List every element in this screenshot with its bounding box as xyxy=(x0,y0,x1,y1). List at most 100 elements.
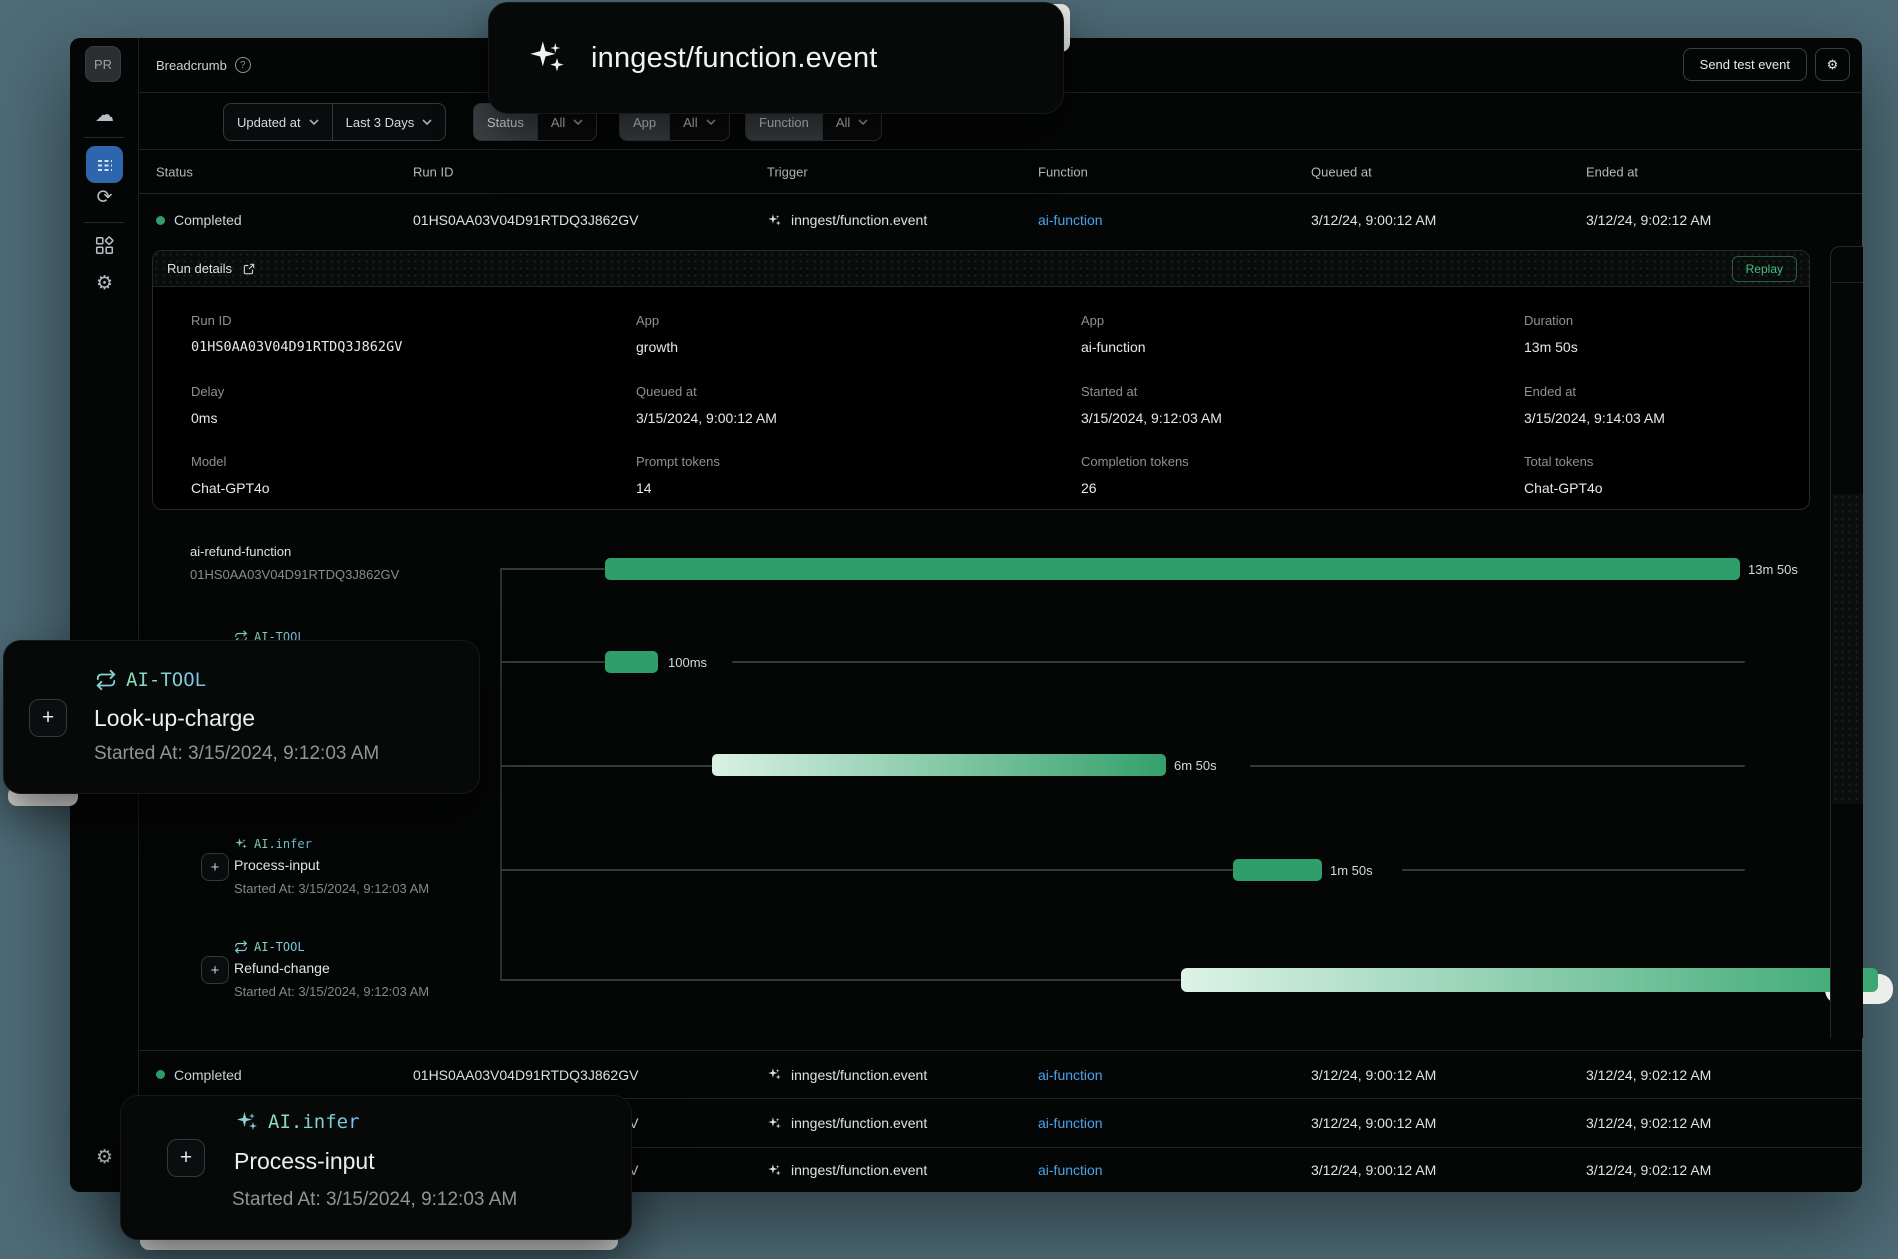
row-queued-at: 3/12/24, 9:00:12 AM xyxy=(1311,1162,1436,1178)
sort-field-dropdown[interactable]: Updated at xyxy=(224,104,332,140)
timeline-root-name: ai-refund-function xyxy=(190,544,291,559)
status-dot xyxy=(156,216,165,225)
expand-step-button[interactable]: + xyxy=(201,853,229,881)
field-value-app-link[interactable]: growth xyxy=(636,339,678,355)
gantt-bar-step[interactable] xyxy=(1181,968,1878,992)
timeline-track xyxy=(500,765,712,767)
step-tag: AI-TOOL xyxy=(95,669,206,691)
breadcrumb: Breadcrumb ? xyxy=(156,57,251,73)
expand-step-button[interactable]: + xyxy=(201,956,229,984)
row-function-link[interactable]: ai-function xyxy=(1038,1162,1103,1178)
row-ended-at: 3/12/24, 9:02:12 AM xyxy=(1586,1067,1711,1083)
timeline-track xyxy=(500,661,605,663)
sidebar-divider xyxy=(84,222,124,223)
sparkle-icon xyxy=(767,1116,782,1131)
row-ended-at: 3/12/24, 9:02:12 AM xyxy=(1586,212,1711,228)
chevron-down-icon xyxy=(573,119,583,125)
chevron-down-icon xyxy=(706,119,716,125)
field-label: Prompt tokens xyxy=(636,454,720,469)
help-icon[interactable]: ? xyxy=(235,57,251,73)
row-status: Completed xyxy=(174,212,242,228)
sort-field-label: Updated at xyxy=(237,115,301,130)
col-queued-at: Queued at xyxy=(1311,164,1372,179)
row-trigger: inngest/function.event xyxy=(791,1115,927,1131)
row-function-link[interactable]: ai-function xyxy=(1038,1067,1103,1083)
next-run-panel-edge xyxy=(1830,246,1863,1038)
chevron-down-icon xyxy=(858,119,868,125)
field-label: Completion tokens xyxy=(1081,454,1189,469)
field-value-app-link[interactable]: ai-function xyxy=(1081,339,1146,355)
field-label: Queued at xyxy=(636,384,697,399)
sparkle-icon xyxy=(767,213,782,228)
field-label: Duration xyxy=(1524,313,1573,328)
step-name: Process-input xyxy=(234,857,320,873)
row-function-link[interactable]: ai-function xyxy=(1038,212,1103,228)
field-value: Chat-GPT4o xyxy=(1524,480,1603,496)
status-dot xyxy=(156,1070,165,1079)
sparkle-icon xyxy=(527,38,567,78)
field-label: Started at xyxy=(1081,384,1137,399)
field-value: 26 xyxy=(1081,480,1097,496)
row-run-id: 01HS0AA03V04D91RTDQ3J862GV xyxy=(413,1067,638,1083)
step-tag-label: AI-TOOL xyxy=(126,669,206,691)
field-value: 13m 50s xyxy=(1524,339,1578,355)
panel-edge-header xyxy=(1831,247,1863,283)
row-trigger: inngest/function.event xyxy=(791,1067,927,1083)
apps-icon[interactable] xyxy=(70,236,139,255)
app-window: PR ☁ ⟳ ⚙ ⚙ xyxy=(70,38,1862,1192)
timeline-connector xyxy=(500,569,502,980)
step-tag-label: AI-TOOL xyxy=(254,940,305,954)
chevron-down-icon xyxy=(309,119,319,125)
gantt-bar-step[interactable] xyxy=(605,651,658,673)
external-link-icon[interactable] xyxy=(242,262,256,276)
step-started-at: Started At: 3/15/2024, 9:12:03 AM xyxy=(234,984,429,999)
step-tag: AI-TOOL xyxy=(234,940,305,954)
gantt-bar-step[interactable] xyxy=(712,754,1166,776)
field-label: Total tokens xyxy=(1524,454,1593,469)
duration-label: 13m 50s xyxy=(1748,562,1798,577)
timeline-root-run-id: 01HS0AA03V04D91RTDQ3J862GV xyxy=(190,567,399,582)
timeline-track xyxy=(732,661,1745,663)
row-queued-at: 3/12/24, 9:00:12 AM xyxy=(1311,212,1436,228)
app-filter-value: All xyxy=(683,115,697,130)
send-test-event-button[interactable]: Send test event xyxy=(1683,48,1807,81)
step-started-at: Started At: 3/15/2024, 9:12:03 AM xyxy=(234,881,429,896)
step-tag: AI.infer xyxy=(234,837,312,851)
avatar[interactable]: PR xyxy=(85,46,121,82)
gantt-bar-root[interactable] xyxy=(605,558,1740,580)
row-run-id: 01HS0AA03V04D91RTDQ3J862GV xyxy=(413,212,638,228)
status-filter-value: All xyxy=(551,115,565,130)
settings-button[interactable]: ⚙ xyxy=(1815,48,1850,81)
duration-label: 1m 50s xyxy=(1330,863,1373,878)
row-function-link[interactable]: ai-function xyxy=(1038,1115,1103,1131)
date-range-dropdown[interactable]: Last 3 Days xyxy=(332,104,446,140)
expand-step-button[interactable]: + xyxy=(167,1139,205,1177)
duration-label: 6m 50s xyxy=(1174,758,1217,773)
col-trigger: Trigger xyxy=(767,164,808,179)
row-queued-at: 3/12/24, 9:00:12 AM xyxy=(1311,1067,1436,1083)
field-label: Model xyxy=(191,454,226,469)
timeline-track xyxy=(500,869,1233,871)
col-run-id: Run ID xyxy=(413,164,453,179)
refresh-icon[interactable]: ⟳ xyxy=(70,186,139,208)
sidebar-item-runs[interactable] xyxy=(86,146,123,183)
row-ended-at: 3/12/24, 9:02:12 AM xyxy=(1586,1115,1711,1131)
gear-icon[interactable]: ⚙ xyxy=(70,272,139,294)
replay-button[interactable]: Replay xyxy=(1732,256,1797,282)
table-row[interactable]: Completed 01HS0AA03V04D91RTDQ3J862GV inn… xyxy=(139,1050,1862,1098)
breadcrumb-label: Breadcrumb xyxy=(156,58,227,73)
field-value: 14 xyxy=(636,480,652,496)
step-name: Look-up-charge xyxy=(94,705,255,732)
cloud-icon[interactable]: ☁ xyxy=(70,104,139,126)
field-label: Run ID xyxy=(191,313,231,328)
table-row[interactable]: Completed 01HS0AA03V04D91RTDQ3J862GV inn… xyxy=(139,194,1862,246)
screenshot-canvas: PR ☁ ⟳ ⚙ ⚙ xyxy=(0,0,1898,1259)
step-name: Refund-change xyxy=(234,960,330,976)
event-name: inngest/function.event xyxy=(591,42,878,75)
runs-list-icon xyxy=(95,155,115,175)
panel-edge-texture xyxy=(1832,494,1863,804)
step-started-at: Started At: 3/15/2024, 9:12:03 AM xyxy=(94,743,379,765)
row-status: Completed xyxy=(174,1067,242,1083)
gantt-bar-step[interactable] xyxy=(1233,859,1322,881)
expand-step-button[interactable]: + xyxy=(29,699,67,737)
